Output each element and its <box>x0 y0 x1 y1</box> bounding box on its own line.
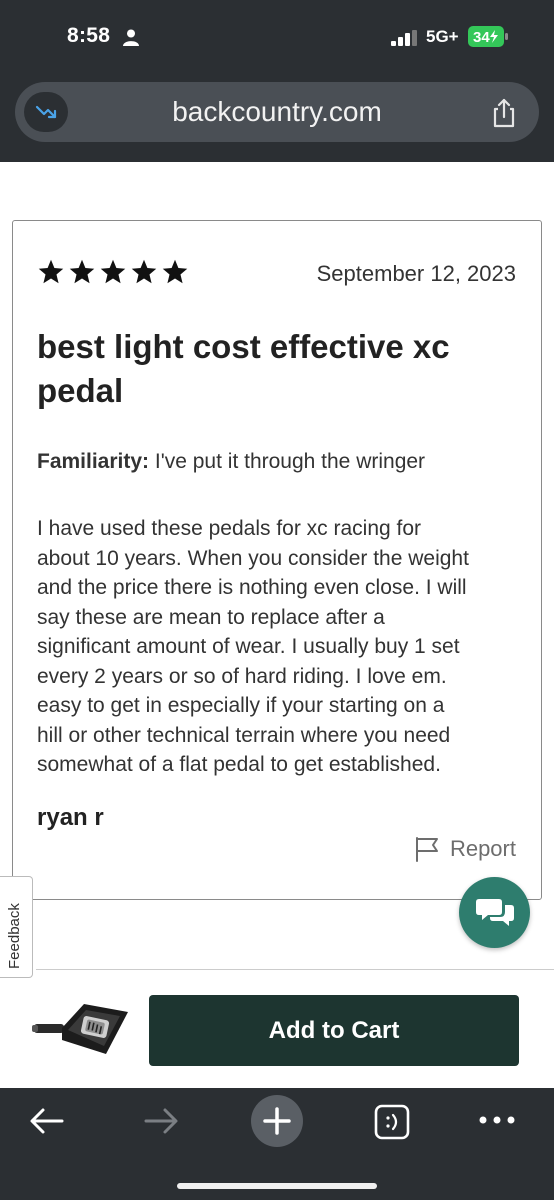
review-body-line: every 2 years or so of hard riding. I lo… <box>37 664 447 688</box>
familiarity-value: I've put it through the wringer <box>154 450 426 473</box>
network-type: 5G+ <box>426 27 459 46</box>
status-time: 8:58 <box>67 24 111 47</box>
report-button[interactable]: Report <box>414 836 516 862</box>
star-icon <box>131 259 157 284</box>
flag-icon <box>415 837 438 862</box>
star-icon <box>38 259 64 284</box>
share-icon[interactable] <box>489 98 519 128</box>
review-date: September 12, 2023 <box>316 261 516 286</box>
star-icon <box>162 259 188 284</box>
trending-down-icon <box>35 105 57 119</box>
feedback-tab[interactable]: Feedback <box>0 876 33 978</box>
tab-overview-button[interactable] <box>24 92 68 132</box>
add-to-cart-button[interactable]: Add to Cart <box>149 995 519 1066</box>
familiarity-label: Familiarity: <box>37 450 150 473</box>
battery-level: 34 <box>473 29 490 46</box>
tabs-icon[interactable] <box>374 1104 410 1140</box>
star-rating <box>37 258 189 286</box>
review-author: ryan r <box>37 804 104 831</box>
review-body-line: say these are mean to replace after a <box>37 605 385 629</box>
pedal-product-image <box>32 1004 128 1054</box>
chat-button[interactable] <box>459 877 530 948</box>
review-body: I have used these pedals for xc racing f… <box>37 514 527 780</box>
familiarity-line: Familiarity: I've put it through the wri… <box>37 450 527 474</box>
url-text[interactable]: backcountry.com <box>100 96 454 128</box>
person-icon <box>123 29 139 46</box>
star-icon <box>100 259 126 284</box>
chat-bubbles-icon <box>475 898 514 926</box>
review-body-line: about 10 years. When you consider the we… <box>37 546 469 570</box>
review-title: best light cost effective xc pedal <box>37 328 450 409</box>
review-body-line: somewhat of a flat pedal to get establis… <box>37 753 441 776</box>
review-body-line: I have used these pedals for xc racing f… <box>37 517 422 540</box>
forward-arrow-icon[interactable] <box>142 1106 180 1136</box>
review-body-line: easy to get in especially if your starti… <box>37 694 445 717</box>
divider <box>36 969 554 970</box>
battery-icon: 34 <box>468 26 508 47</box>
back-arrow-icon[interactable] <box>28 1106 66 1136</box>
feedback-label: Feedback <box>6 903 23 969</box>
review-body-line: and the price there is nothing even clos… <box>37 576 467 599</box>
new-tab-plus-icon[interactable] <box>251 1095 303 1147</box>
more-options-icon[interactable] <box>478 1114 516 1126</box>
cellular-signal-icon <box>391 30 417 46</box>
report-label: Report <box>449 836 516 861</box>
review-body-line: significant amount of wear. I usually bu… <box>37 635 460 658</box>
home-indicator <box>177 1183 377 1189</box>
star-icon <box>69 259 95 284</box>
review-body-line: hill or other technical terrain where yo… <box>37 723 451 747</box>
